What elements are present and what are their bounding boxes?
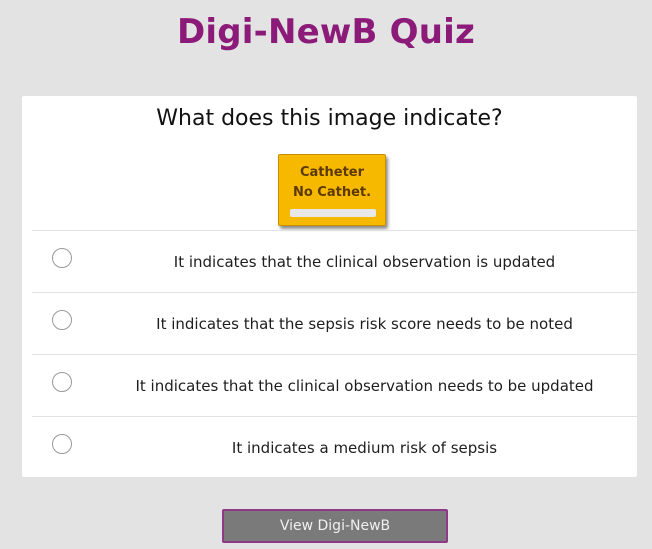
answer-option-3[interactable]: It indicates that the clinical observati… (32, 354, 637, 416)
catheter-status-image: Catheter No Cathet. (278, 154, 386, 226)
badge-line-catheter: Catheter (299, 165, 365, 180)
radio-button[interactable] (52, 310, 72, 330)
radio-button[interactable] (52, 248, 72, 268)
answer-options: It indicates that the clinical observati… (32, 230, 637, 478)
badge-line-no-cathet: No Cathet. (292, 185, 372, 200)
quiz-card: What does this image indicate? Catheter … (22, 96, 637, 477)
question-text: What does this image indicate? (156, 106, 503, 131)
answer-label: It indicates that the sepsis risk score … (156, 315, 573, 333)
answer-label: It indicates that the clinical observati… (173, 253, 556, 271)
answer-label: It indicates that the clinical observati… (135, 377, 594, 395)
app-title: Digi-NewB Quiz (176, 12, 475, 52)
answer-option-4[interactable]: It indicates a medium risk of sepsis (32, 416, 637, 478)
answer-option-2[interactable]: It indicates that the sepsis risk score … (32, 292, 637, 354)
view-digi-newb-button[interactable]: View Digi-NewB (222, 509, 448, 543)
radio-button[interactable] (52, 372, 72, 392)
radio-button[interactable] (52, 434, 72, 454)
answer-label: It indicates a medium risk of sepsis (231, 439, 498, 457)
badge-bar (290, 209, 376, 217)
answer-option-1[interactable]: It indicates that the clinical observati… (32, 230, 637, 292)
